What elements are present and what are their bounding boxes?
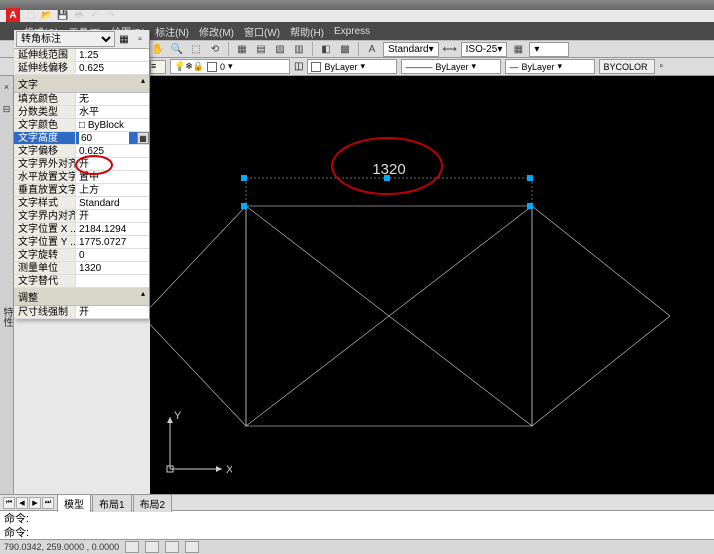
layout-tabs: ⏮ ◀ ▶ ⏭ 模型 布局1 布局2 <box>0 494 714 510</box>
prop-row: 垂直放置文字上方 <box>14 184 149 197</box>
prop-row: 水平放置文字置中 <box>14 171 149 184</box>
menu-help[interactable]: 帮助(H) <box>290 24 324 39</box>
prop-row: 文字偏移0.625 <box>14 145 149 158</box>
rail-close-icon[interactable]: × <box>4 82 9 92</box>
svg-text:Y: Y <box>174 410 182 422</box>
prop-row: 文字位置 X ...2184.1294 <box>14 223 149 236</box>
prop-row: 填充颜色无 <box>14 93 149 106</box>
plotstyle-dropdown[interactable]: BYCOLOR <box>599 59 655 74</box>
qat-undo-icon[interactable]: ↶ <box>88 8 102 22</box>
tool-props-icon[interactable]: ▦ <box>234 41 250 57</box>
qat-redo-icon[interactable]: ↷ <box>104 8 118 22</box>
linetype-dropdown[interactable]: ——— ByLayer ▾ <box>401 59 501 74</box>
prop-row: 分数类型水平 <box>14 106 149 119</box>
quick-access-toolbar: ▢ 📂 💾 🖶 ↶ ↷ <box>24 8 118 22</box>
tab-next-icon[interactable]: ▶ <box>29 497 41 509</box>
menu-dimension[interactable]: 标注(N) <box>155 24 189 39</box>
prop-row: 延伸线范围1.25 <box>14 49 149 62</box>
lineweight-dropdown[interactable]: — ByLayer ▾ <box>505 59 595 74</box>
properties-panel: 转角标注 ▦ ▫ 延伸线范围1.25 延伸线偏移0.625 文字▴ 填充颜色无 … <box>14 30 150 319</box>
qselect-icon[interactable]: ▦ <box>117 32 131 46</box>
ucs-icon: X Y <box>160 407 232 482</box>
tool-dc-icon[interactable]: ▤ <box>253 41 269 57</box>
rail-pin-icon[interactable]: ⊟ <box>3 104 11 115</box>
tab-first-icon[interactable]: ⏮ <box>3 497 15 509</box>
drawing-canvas[interactable]: 1320 <box>150 76 714 494</box>
dim-style-dropdown[interactable]: ISO-25 ▾ <box>461 42 508 57</box>
prop-row: 文字界内对齐开 <box>14 210 149 223</box>
sidebar-rail: × ⊟ 特性 <box>0 76 14 494</box>
tab-layout2[interactable]: 布局2 <box>133 494 173 512</box>
tool-ssc-icon[interactable]: ▥ <box>291 41 307 57</box>
grip[interactable] <box>527 203 533 209</box>
prop-row: 尺寸线强制开 <box>14 306 149 319</box>
prop-row: 文字样式Standard <box>14 197 149 210</box>
ortho-toggle[interactable] <box>165 541 179 553</box>
grip[interactable] <box>384 175 390 181</box>
app-icon[interactable]: A <box>6 8 20 22</box>
tab-layout1[interactable]: 布局1 <box>92 494 132 512</box>
color-dropdown[interactable]: ByLayer ▾ <box>307 59 397 74</box>
menu-window[interactable]: 窗口(W) <box>244 24 280 39</box>
prop-row: 文字旋转0 <box>14 249 149 262</box>
text-height-input[interactable] <box>79 132 129 144</box>
prop-row: 文字界外对齐开 <box>14 158 149 171</box>
snap-toggle[interactable] <box>125 541 139 553</box>
command-history: 命令: <box>0 511 714 525</box>
tool-zoomwin-icon[interactable]: ⬚ <box>188 41 204 57</box>
tab-prev-icon[interactable]: ◀ <box>16 497 28 509</box>
prop-row: 测量单位1320 <box>14 262 149 275</box>
calculator-icon[interactable]: ▦ <box>137 132 149 144</box>
text-style-dropdown[interactable]: Standard ▾ <box>383 42 439 57</box>
tab-model[interactable]: 模型 <box>57 494 91 512</box>
section-text[interactable]: 文字▴ <box>14 75 149 93</box>
command-input[interactable]: 命令: <box>0 525 714 539</box>
tool-palette-icon[interactable]: ▧ <box>272 41 288 57</box>
layer-dropdown[interactable]: 💡❄🔒0 ▾ <box>170 59 290 74</box>
dim-icon[interactable]: ⟷ <box>442 41 458 57</box>
tool-pan-icon[interactable]: ✋ <box>150 41 166 57</box>
prop-row: 文字颜色□ ByBlock <box>14 119 149 132</box>
plotstyle-mgr-icon[interactable]: ▫ <box>659 61 663 72</box>
prop-row: 文字位置 Y ...1775.0727 <box>14 236 149 249</box>
grid-toggle[interactable] <box>145 541 159 553</box>
svg-text:X: X <box>226 464 232 476</box>
menu-modify[interactable]: 修改(M) <box>199 24 234 39</box>
polar-toggle[interactable] <box>185 541 199 553</box>
grip[interactable] <box>527 175 533 181</box>
qat-new-icon[interactable]: ▢ <box>24 8 38 22</box>
layer-props-icon[interactable]: ≡ <box>150 60 166 74</box>
tool-zoomprev-icon[interactable]: ⟲ <box>207 41 223 57</box>
tool-marker-icon[interactable]: ◧ <box>318 41 334 57</box>
tool-zoom-icon[interactable]: 🔍 <box>169 41 185 57</box>
tab-last-icon[interactable]: ⏭ <box>42 497 54 509</box>
prop-row: 文字替代 <box>14 275 149 288</box>
coords-readout: 790.0342, 259.0000 , 0.0000 <box>4 542 119 552</box>
qat-save-icon[interactable]: 💾 <box>56 8 70 22</box>
prop-row: 延伸线偏移0.625 <box>14 62 149 75</box>
style-a-icon[interactable]: A <box>364 41 380 57</box>
table-style-icon[interactable]: ▦ <box>510 41 526 57</box>
grip[interactable] <box>241 203 247 209</box>
object-type-dropdown[interactable]: 转角标注 <box>16 31 115 47</box>
pickadd-icon[interactable]: ▫ <box>133 32 147 46</box>
menu-express[interactable]: Express <box>334 26 370 37</box>
qat-print-icon[interactable]: 🖶 <box>72 8 86 22</box>
command-window[interactable]: 命令: 命令: <box>0 510 714 539</box>
qat-open-icon[interactable]: 📂 <box>40 8 54 22</box>
rail-label: 特性 <box>0 307 14 327</box>
tool-calc-icon[interactable]: ▩ <box>337 41 353 57</box>
layer-iso-icon[interactable]: ◫ <box>294 61 303 72</box>
prop-row-text-height[interactable]: 文字高度 ▦ <box>14 132 149 145</box>
table-style-dropdown[interactable]: ▾ <box>529 42 569 57</box>
status-bar: 790.0342, 259.0000 , 0.0000 <box>0 539 714 554</box>
section-adjust[interactable]: 调整▴ <box>14 288 149 306</box>
grip[interactable] <box>241 175 247 181</box>
